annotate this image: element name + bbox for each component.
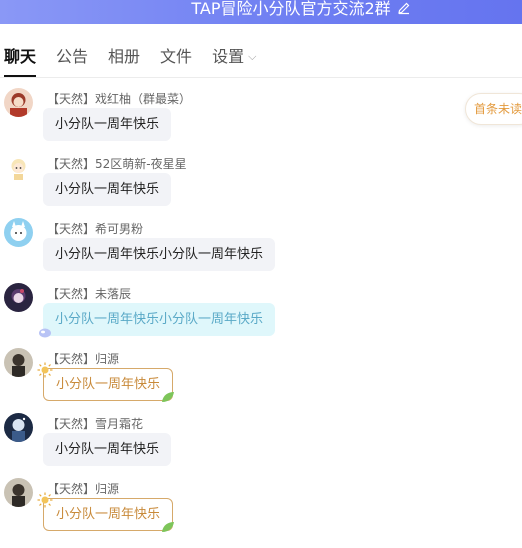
tab-settings-label: 设置 — [212, 47, 245, 66]
chat-header-bar: TAP冒险小分队官方交流2群 — [0, 0, 522, 24]
sender-name: 【天然】希可男粉 — [47, 222, 144, 236]
message-item: 【天然】希可男粉 小分队一周年快乐小分队一周年快乐 — [0, 218, 522, 278]
bubble-decoration-icon — [39, 328, 51, 338]
message-item: 【天然】52区萌新-夜星星 小分队一周年快乐 — [0, 153, 522, 213]
group-tabs: 聊天 公告 相册 文件 设置 ⌵ — [0, 38, 522, 78]
tab-files[interactable]: 文件 — [160, 38, 192, 76]
edit-icon[interactable] — [397, 0, 411, 15]
avatar[interactable] — [4, 413, 33, 442]
message-item: 【天然】归源 小分队一周年快乐 — [0, 478, 522, 538]
message-bubble[interactable]: 小分队一周年快乐 — [43, 368, 174, 401]
message-bubble[interactable]: 小分队一周年快乐 — [43, 173, 172, 206]
message-bubble[interactable]: 小分队一周年快乐 — [43, 108, 172, 141]
tab-announcement[interactable]: 公告 — [56, 38, 88, 76]
avatar[interactable] — [4, 348, 33, 377]
message-bubble[interactable]: 小分队一周年快乐小分队一周年快乐 — [43, 238, 276, 271]
sender-name: 【天然】雪月霜花 — [47, 417, 144, 431]
tab-settings[interactable]: 设置 ⌵ — [212, 38, 256, 76]
chevron-down-icon: ⌵ — [248, 50, 257, 63]
message-item: 【天然】未落辰 小分队一周年快乐小分队一周年快乐 — [0, 283, 522, 343]
tab-album[interactable]: 相册 — [108, 38, 140, 76]
message-item: 【天然】归源 小分队一周年快乐 — [0, 348, 522, 408]
avatar[interactable] — [4, 88, 33, 117]
sender-name: 【天然】52区萌新-夜星星 — [47, 157, 187, 171]
sender-name: 【天然】未落辰 — [47, 287, 132, 301]
group-title: TAP冒险小分队官方交流2群 — [191, 0, 391, 18]
leaf-icon — [162, 522, 174, 532]
tab-chat[interactable]: 聊天 — [4, 38, 37, 77]
message-bubble[interactable]: 小分队一周年快乐小分队一周年快乐 — [43, 303, 276, 336]
sender-name: 【天然】戏红柚（群最菜） — [47, 92, 192, 106]
leaf-icon — [162, 392, 174, 402]
sun-icon — [37, 492, 53, 508]
sender-name: 【天然】归源 — [47, 482, 120, 496]
message-item: 【天然】戏红柚（群最菜） 小分队一周年快乐 — [0, 88, 522, 148]
message-item: 【天然】雪月霜花 小分队一周年快乐 — [0, 413, 522, 473]
message-bubble[interactable]: 小分队一周年快乐 — [43, 433, 172, 466]
message-bubble[interactable]: 小分队一周年快乐 — [43, 498, 174, 531]
avatar[interactable] — [4, 153, 33, 182]
avatar[interactable] — [4, 218, 33, 247]
sun-icon — [37, 362, 53, 378]
avatar[interactable] — [4, 478, 33, 507]
avatar[interactable] — [4, 283, 33, 312]
sender-name: 【天然】归源 — [47, 352, 120, 366]
